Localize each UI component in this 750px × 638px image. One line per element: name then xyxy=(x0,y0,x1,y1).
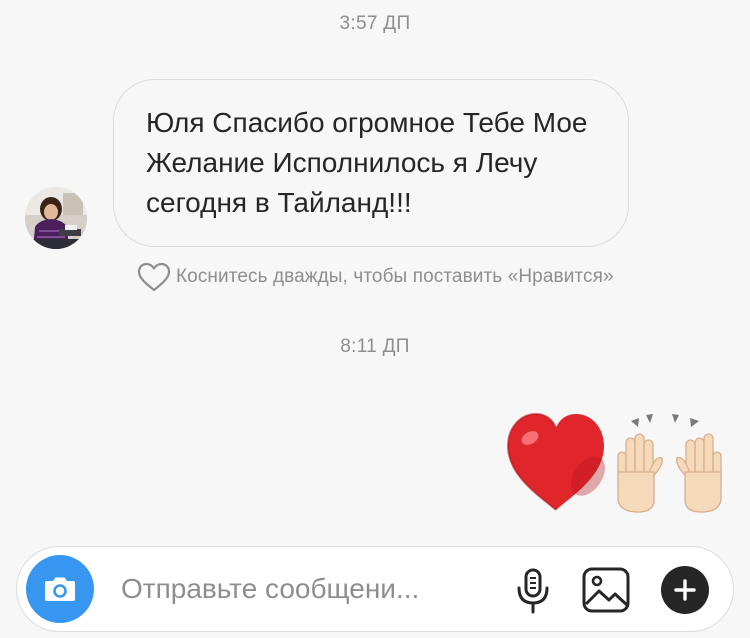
message-text: Юля Спасибо огромное Тебе Мое Желание Ис… xyxy=(146,107,588,218)
like-hint-text: Коснитесь дважды, чтобы поставить «Нрави… xyxy=(176,266,614,287)
like-hint[interactable]: Коснитесь дважды, чтобы поставить «Нрави… xyxy=(136,260,614,294)
microphone-icon xyxy=(517,568,549,614)
plus-icon xyxy=(674,579,696,601)
camera-button[interactable] xyxy=(26,555,94,623)
heart-outline-icon xyxy=(137,262,171,292)
red-heart-icon xyxy=(506,412,606,511)
emoji-message[interactable] xyxy=(504,408,726,520)
message-input[interactable] xyxy=(121,569,501,609)
microphone-button[interactable] xyxy=(513,567,553,615)
message-timestamp: 8:11 ДП xyxy=(340,336,410,357)
gallery-button[interactable] xyxy=(581,566,631,614)
message-timestamp: 3:57 ДП xyxy=(339,13,411,34)
gallery-icon xyxy=(582,567,630,613)
avatar[interactable] xyxy=(25,187,87,249)
message-composer xyxy=(16,546,734,632)
raising-hands-icon xyxy=(617,414,722,513)
message-bubble[interactable]: Юля Спасибо огромное Тебе Мое Желание Ис… xyxy=(113,79,629,247)
camera-icon xyxy=(45,577,75,601)
plus-button[interactable] xyxy=(661,566,709,614)
avatar-photo xyxy=(25,187,87,249)
